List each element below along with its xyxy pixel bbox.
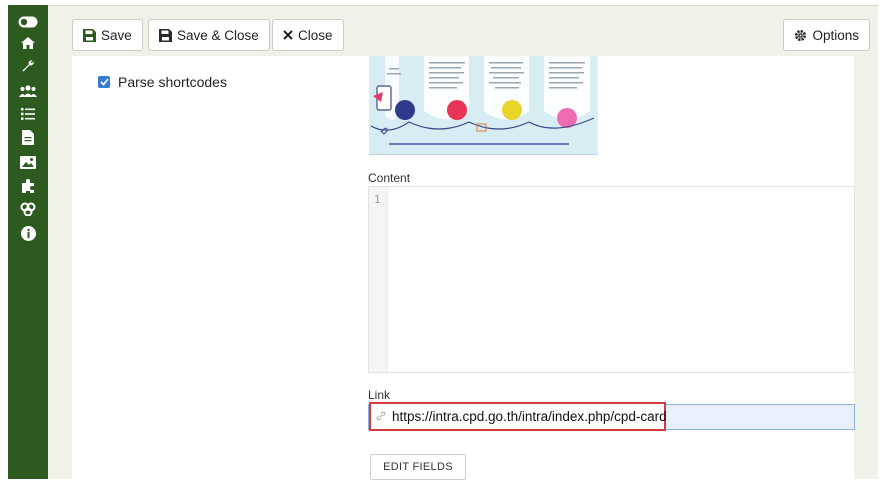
infographic-image xyxy=(369,56,598,154)
toolbar: Save Save & Close Close Options xyxy=(48,6,878,56)
content-panel: Parse shortcodes Content 1 Link https://… xyxy=(72,56,855,480)
close-button-label: Close xyxy=(298,27,333,43)
content-label: Content xyxy=(368,171,411,185)
info-icon[interactable] xyxy=(8,222,48,244)
save-button-label: Save xyxy=(101,27,132,43)
home-icon[interactable] xyxy=(8,32,48,54)
save-close-button[interactable]: Save & Close xyxy=(148,19,270,51)
puzzle-icon[interactable] xyxy=(8,174,48,196)
save-icon xyxy=(83,28,96,42)
close-icon xyxy=(283,30,293,40)
save-button[interactable]: Save xyxy=(72,19,143,51)
sidebar-rail xyxy=(8,5,48,479)
close-button[interactable]: Close xyxy=(272,19,344,51)
link-label: Link xyxy=(368,388,391,402)
users-icon[interactable] xyxy=(8,80,48,102)
main-area: Save Save & Close Close Options Parse sh… xyxy=(48,5,878,480)
options-button-label: Options xyxy=(812,27,859,43)
list-icon[interactable] xyxy=(8,103,48,125)
editor-gutter: 1 xyxy=(369,187,388,372)
parse-shortcodes-label: Parse shortcodes xyxy=(118,74,227,90)
edit-fields-button[interactable]: EDIT FIELDS xyxy=(370,454,466,480)
image-preview xyxy=(369,56,598,155)
parse-shortcodes-checkbox[interactable] xyxy=(98,76,110,88)
link-value[interactable]: https://intra.cpd.go.th/intra/index.php/… xyxy=(392,409,667,424)
groups-icon[interactable] xyxy=(8,198,48,220)
parse-shortcodes-row[interactable]: Parse shortcodes xyxy=(98,74,227,90)
image-icon[interactable] xyxy=(8,151,48,173)
gear-icon xyxy=(794,29,807,42)
line-number: 1 xyxy=(374,193,381,206)
link-icon xyxy=(376,411,386,424)
save-close-button-label: Save & Close xyxy=(177,27,259,43)
wrench-icon[interactable] xyxy=(8,55,48,77)
content-editor[interactable]: 1 xyxy=(368,186,855,373)
options-button[interactable]: Options xyxy=(783,19,870,51)
toggle-icon[interactable] xyxy=(8,11,48,33)
file-icon[interactable] xyxy=(8,126,48,148)
save-icon xyxy=(159,28,172,42)
